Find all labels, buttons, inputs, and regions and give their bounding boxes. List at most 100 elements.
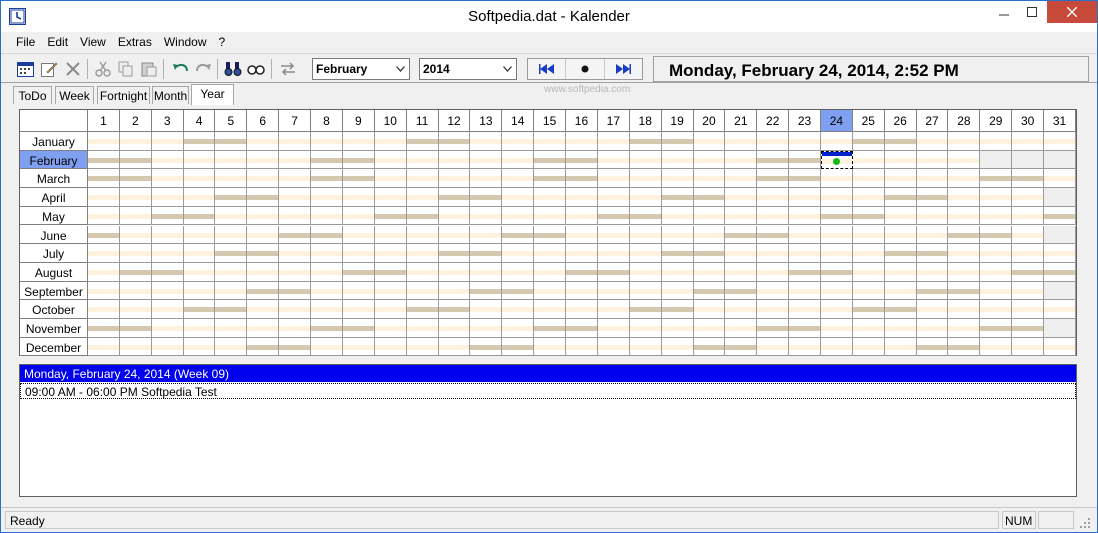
day-cell[interactable]: [1012, 337, 1045, 357]
day-cell[interactable]: [821, 206, 853, 226]
day-cell[interactable]: [693, 319, 726, 338]
day-cell[interactable]: [693, 244, 726, 263]
day-cell[interactable]: [119, 281, 152, 301]
day-cell[interactable]: [629, 244, 662, 263]
day-cell[interactable]: [183, 225, 216, 245]
day-cell[interactable]: [342, 188, 375, 207]
day-cell[interactable]: [311, 337, 343, 357]
close-button[interactable]: [1047, 1, 1097, 23]
day-cell[interactable]: [661, 225, 694, 245]
appointment-entry[interactable]: 09:00 AM - 06:00 PM Softpedia Test: [20, 383, 1076, 399]
day-cell[interactable]: [470, 206, 503, 226]
day-header[interactable]: 19: [661, 110, 694, 132]
day-cell[interactable]: [852, 132, 885, 151]
day-cell[interactable]: [821, 337, 853, 357]
day-cell[interactable]: [183, 150, 216, 170]
day-cell[interactable]: [534, 319, 567, 338]
day-cell[interactable]: [757, 225, 790, 245]
day-cell[interactable]: [661, 281, 694, 301]
day-cell[interactable]: [119, 319, 152, 338]
day-cell[interactable]: [502, 206, 535, 226]
day-cell[interactable]: [884, 300, 917, 319]
month-label-march[interactable]: March: [20, 169, 88, 189]
day-cell[interactable]: [789, 150, 821, 170]
day-cell[interactable]: [884, 225, 917, 245]
day-header[interactable]: 3: [151, 110, 184, 132]
day-cell[interactable]: [88, 132, 120, 151]
day-cell[interactable]: [470, 225, 503, 245]
day-cell[interactable]: [183, 262, 216, 282]
day-cell[interactable]: [597, 281, 630, 301]
day-cell[interactable]: [725, 150, 758, 170]
day-cell[interactable]: [247, 319, 280, 338]
day-cell[interactable]: [757, 319, 790, 338]
find-icon[interactable]: [223, 59, 243, 79]
day-cell[interactable]: [566, 188, 598, 207]
day-cell[interactable]: [279, 150, 312, 170]
day-cell[interactable]: [1012, 319, 1045, 338]
day-cell[interactable]: [215, 132, 248, 151]
day-cell[interactable]: [438, 206, 471, 226]
day-cell[interactable]: [884, 262, 917, 282]
month-label-july[interactable]: July: [20, 244, 88, 263]
day-cell[interactable]: [151, 281, 184, 301]
day-cell[interactable]: [342, 262, 375, 282]
day-header[interactable]: 30: [1012, 110, 1045, 132]
day-cell[interactable]: [151, 206, 184, 226]
day-cell[interactable]: [1044, 300, 1076, 319]
tab-fortnight[interactable]: Fortnight: [97, 86, 150, 104]
calendar-icon[interactable]: [15, 59, 35, 79]
day-cell[interactable]: [566, 132, 598, 151]
day-cell[interactable]: [725, 225, 758, 245]
day-cell[interactable]: [980, 188, 1013, 207]
day-cell[interactable]: [948, 262, 981, 282]
day-cell[interactable]: [406, 300, 439, 319]
day-cell[interactable]: [247, 300, 280, 319]
day-cell[interactable]: [597, 169, 630, 189]
day-cell[interactable]: [279, 337, 312, 357]
day-cell[interactable]: [1012, 225, 1045, 245]
year-select[interactable]: 2014: [419, 58, 517, 80]
day-cell[interactable]: [438, 262, 471, 282]
day-cell[interactable]: [502, 169, 535, 189]
day-cell[interactable]: [502, 150, 535, 170]
day-cell[interactable]: [183, 244, 216, 263]
day-cell[interactable]: [821, 262, 853, 282]
day-cell[interactable]: [215, 262, 248, 282]
day-cell[interactable]: [470, 244, 503, 263]
day-cell[interactable]: [534, 225, 567, 245]
day-cell[interactable]: [1012, 244, 1045, 263]
day-cell[interactable]: [597, 319, 630, 338]
day-cell[interactable]: [629, 132, 662, 151]
day-cell[interactable]: [374, 281, 407, 301]
month-label-january[interactable]: January: [20, 132, 88, 151]
day-cell[interactable]: [88, 319, 120, 338]
day-cell[interactable]: [279, 319, 312, 338]
day-cell[interactable]: [916, 169, 949, 189]
day-cell[interactable]: [279, 262, 312, 282]
day-cell[interactable]: [916, 206, 949, 226]
day-cell[interactable]: [406, 188, 439, 207]
day-cell[interactable]: [215, 225, 248, 245]
day-cell[interactable]: [342, 132, 375, 151]
chevron-down-icon[interactable]: [393, 61, 407, 77]
day-cell[interactable]: [948, 206, 981, 226]
day-cell[interactable]: [821, 225, 853, 245]
day-cell[interactable]: [119, 300, 152, 319]
day-cell[interactable]: [757, 150, 790, 170]
day-cell[interactable]: [342, 206, 375, 226]
previous-button[interactable]: [528, 59, 567, 79]
day-cell[interactable]: [183, 206, 216, 226]
day-cell[interactable]: [502, 337, 535, 357]
day-cell[interactable]: [502, 132, 535, 151]
day-header[interactable]: 27: [916, 110, 949, 132]
day-cell[interactable]: [629, 262, 662, 282]
day-cell[interactable]: [852, 225, 885, 245]
day-cell[interactable]: [406, 169, 439, 189]
day-cell[interactable]: [661, 188, 694, 207]
day-cell[interactable]: [438, 281, 471, 301]
day-cell[interactable]: [438, 300, 471, 319]
day-cell[interactable]: [215, 206, 248, 226]
day-header[interactable]: 28: [948, 110, 981, 132]
day-cell[interactable]: [852, 169, 885, 189]
